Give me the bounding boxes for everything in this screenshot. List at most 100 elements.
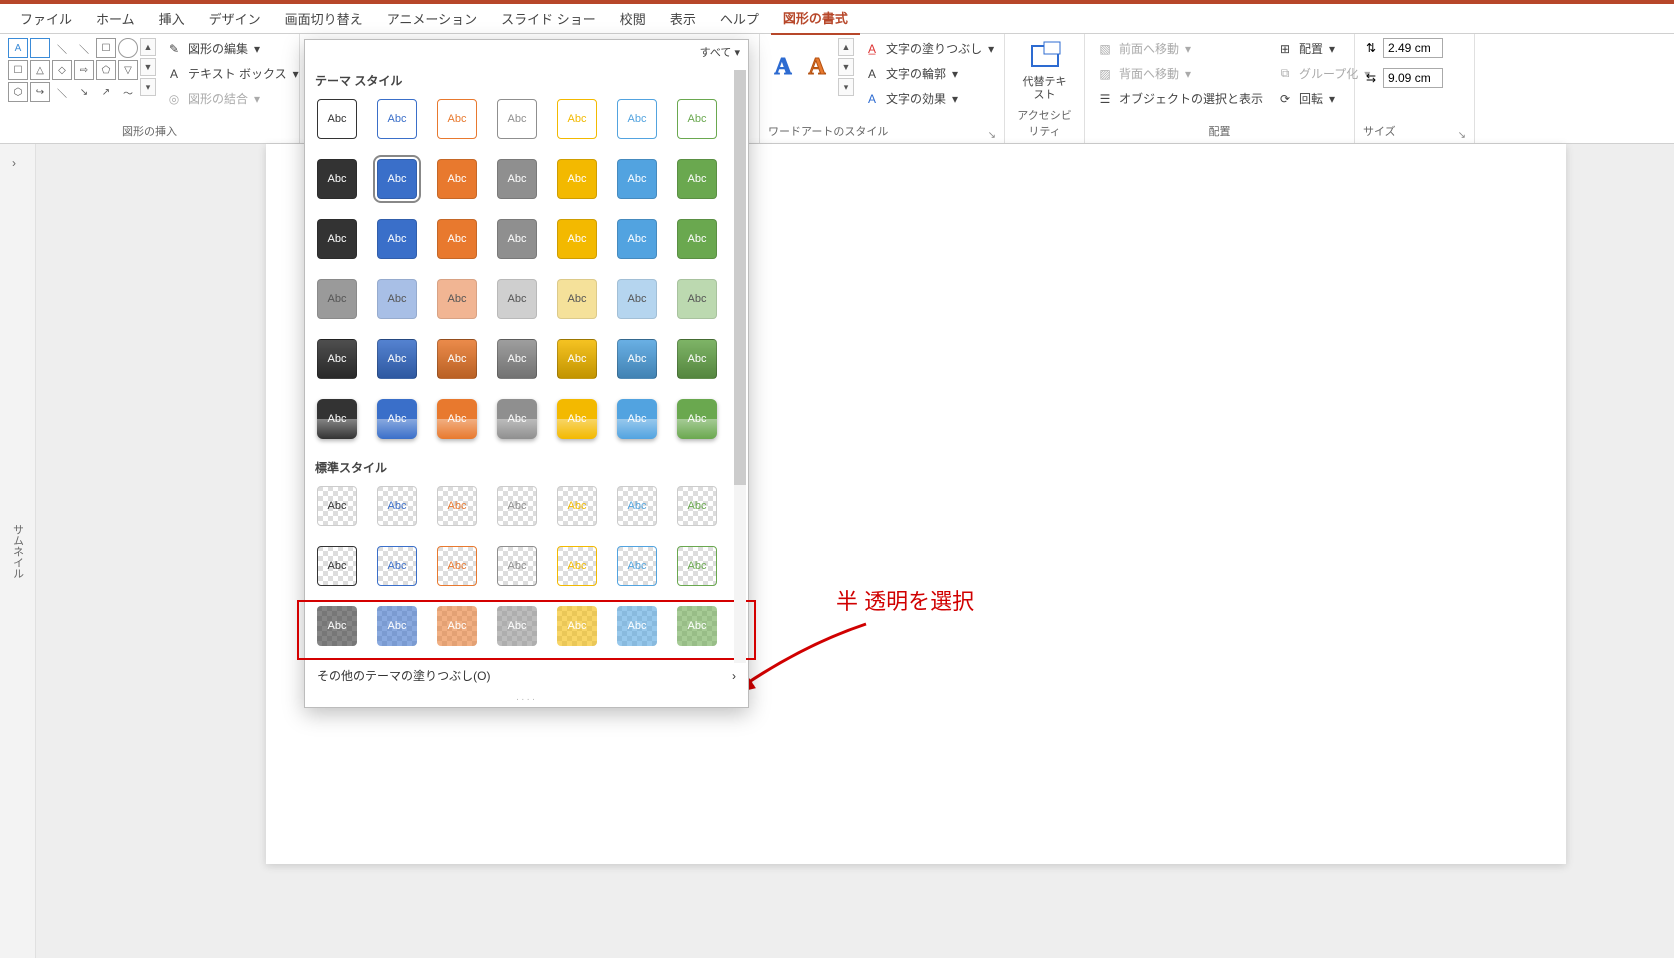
gallery-filter-dropdown[interactable]: すべて ▾ — [700, 44, 740, 60]
gallery-down[interactable]: ▼ — [140, 58, 156, 76]
tab-insert[interactable]: 挿入 — [147, 3, 197, 34]
tab-view[interactable]: 表示 — [658, 3, 708, 34]
gallery-more[interactable]: ▾ — [140, 78, 156, 96]
theme-style-swatch[interactable]: Abc — [677, 219, 717, 259]
wordart-dialog-launcher[interactable]: ↘ — [988, 130, 996, 141]
shapes-gallery[interactable]: A ＼ ＼ ☐ ☐ △ ◇ ⇨ ⬠ ▽ ⬡ ↪ ＼ ↘ ↗ — [8, 38, 138, 102]
theme-style-swatch[interactable]: Abc — [377, 99, 417, 139]
preset-style-swatch[interactable]: Abc — [437, 546, 477, 586]
alt-text-button[interactable]: 代替テキスト — [1013, 38, 1076, 104]
theme-style-swatch[interactable]: Abc — [557, 159, 597, 199]
tab-home[interactable]: ホーム — [84, 3, 147, 34]
theme-style-swatch[interactable]: Abc — [677, 279, 717, 319]
preset-style-swatch[interactable]: Abc — [317, 606, 357, 646]
preset-style-swatch[interactable]: Abc — [617, 546, 657, 586]
tab-slideshow[interactable]: スライド ショー — [489, 3, 608, 34]
preset-style-swatch[interactable]: Abc — [497, 486, 537, 526]
theme-style-swatch[interactable]: Abc — [557, 99, 597, 139]
preset-style-swatch[interactable]: Abc — [437, 606, 477, 646]
preset-style-swatch[interactable]: Abc — [497, 606, 537, 646]
popup-scrollbar[interactable] — [734, 70, 746, 663]
theme-style-swatch[interactable]: Abc — [497, 279, 537, 319]
wordart-up[interactable]: ▲ — [838, 38, 854, 56]
expand-thumbnails-icon[interactable]: › — [12, 156, 16, 170]
text-outline-button[interactable]: A文字の輪郭▾ — [860, 63, 998, 84]
selection-pane-button[interactable]: ☰オブジェクトの選択と表示 — [1093, 88, 1267, 109]
theme-style-swatch[interactable]: Abc — [437, 159, 477, 199]
edit-shape-button[interactable]: ✎ 図形の編集▾ — [162, 38, 303, 59]
theme-style-swatch[interactable]: Abc — [617, 159, 657, 199]
theme-style-swatch[interactable]: Abc — [557, 279, 597, 319]
size-dialog-launcher[interactable]: ↘ — [1458, 130, 1466, 141]
width-input[interactable] — [1383, 68, 1443, 88]
theme-style-swatch[interactable]: Abc — [437, 279, 477, 319]
theme-style-swatch[interactable]: Abc — [317, 399, 357, 439]
preset-style-swatch[interactable]: Abc — [557, 486, 597, 526]
preset-style-swatch[interactable]: Abc — [617, 486, 657, 526]
preset-style-swatch[interactable]: Abc — [377, 486, 417, 526]
theme-style-swatch[interactable]: Abc — [437, 99, 477, 139]
theme-style-swatch[interactable]: Abc — [677, 399, 717, 439]
theme-style-swatch[interactable]: Abc — [617, 399, 657, 439]
theme-style-swatch[interactable]: Abc — [557, 339, 597, 379]
theme-style-swatch[interactable]: Abc — [377, 279, 417, 319]
tab-review[interactable]: 校閲 — [608, 3, 658, 34]
tab-animations[interactable]: アニメーション — [375, 3, 489, 34]
preset-style-swatch[interactable]: Abc — [557, 606, 597, 646]
tab-shape-format[interactable]: 図形の書式 — [771, 2, 860, 35]
text-box-button[interactable]: A テキスト ボックス▾ — [162, 63, 303, 84]
theme-style-swatch[interactable]: Abc — [617, 99, 657, 139]
tab-file[interactable]: ファイル — [8, 3, 84, 34]
wordart-sample-1[interactable]: A — [768, 52, 798, 82]
tab-design[interactable]: デザイン — [197, 3, 273, 34]
tab-help[interactable]: ヘルプ — [708, 3, 771, 34]
preset-style-swatch[interactable]: Abc — [557, 546, 597, 586]
theme-style-swatch[interactable]: Abc — [617, 339, 657, 379]
theme-style-swatch[interactable]: Abc — [317, 279, 357, 319]
theme-style-swatch[interactable]: Abc — [437, 399, 477, 439]
preset-style-swatch[interactable]: Abc — [437, 486, 477, 526]
gallery-up[interactable]: ▲ — [140, 38, 156, 56]
theme-style-swatch[interactable]: Abc — [377, 399, 417, 439]
preset-style-swatch[interactable]: Abc — [677, 546, 717, 586]
other-fills-button[interactable]: その他のテーマの塗りつぶし(O) › — [305, 658, 748, 692]
tab-transitions[interactable]: 画面切り替え — [273, 3, 375, 34]
preset-style-swatch[interactable]: Abc — [317, 486, 357, 526]
theme-style-swatch[interactable]: Abc — [497, 159, 537, 199]
theme-style-swatch[interactable]: Abc — [617, 279, 657, 319]
theme-style-swatch[interactable]: Abc — [437, 339, 477, 379]
theme-style-swatch[interactable]: Abc — [497, 339, 537, 379]
theme-style-swatch[interactable]: Abc — [377, 219, 417, 259]
theme-style-swatch[interactable]: Abc — [317, 339, 357, 379]
theme-style-swatch[interactable]: Abc — [317, 219, 357, 259]
theme-style-swatch[interactable]: Abc — [617, 219, 657, 259]
text-effects-button[interactable]: A文字の効果▾ — [860, 88, 998, 109]
thumbnail-rail[interactable]: › サムネイル — [0, 144, 36, 958]
popup-resize-grip[interactable]: ···· — [305, 692, 748, 707]
theme-style-swatch[interactable]: Abc — [677, 159, 717, 199]
theme-style-swatch[interactable]: Abc — [677, 339, 717, 379]
preset-style-swatch[interactable]: Abc — [677, 486, 717, 526]
wordart-more[interactable]: ▾ — [838, 78, 854, 96]
text-fill-button[interactable]: A̲文字の塗りつぶし▾ — [860, 38, 998, 59]
theme-style-swatch[interactable]: Abc — [497, 399, 537, 439]
theme-style-swatch[interactable]: Abc — [377, 159, 417, 199]
theme-style-swatch[interactable]: Abc — [317, 99, 357, 139]
preset-style-swatch[interactable]: Abc — [677, 606, 717, 646]
preset-style-swatch[interactable]: Abc — [317, 546, 357, 586]
preset-style-swatch[interactable]: Abc — [617, 606, 657, 646]
theme-style-swatch[interactable]: Abc — [377, 339, 417, 379]
preset-style-swatch[interactable]: Abc — [377, 606, 417, 646]
wordart-down[interactable]: ▼ — [838, 58, 854, 76]
theme-style-swatch[interactable]: Abc — [557, 399, 597, 439]
theme-style-swatch[interactable]: Abc — [497, 99, 537, 139]
theme-style-swatch[interactable]: Abc — [497, 219, 537, 259]
theme-style-swatch[interactable]: Abc — [317, 159, 357, 199]
preset-style-swatch[interactable]: Abc — [377, 546, 417, 586]
theme-style-swatch[interactable]: Abc — [557, 219, 597, 259]
preset-style-swatch[interactable]: Abc — [497, 546, 537, 586]
height-input[interactable] — [1383, 38, 1443, 58]
theme-style-swatch[interactable]: Abc — [437, 219, 477, 259]
theme-style-swatch[interactable]: Abc — [677, 99, 717, 139]
wordart-sample-2[interactable]: A — [802, 52, 832, 82]
